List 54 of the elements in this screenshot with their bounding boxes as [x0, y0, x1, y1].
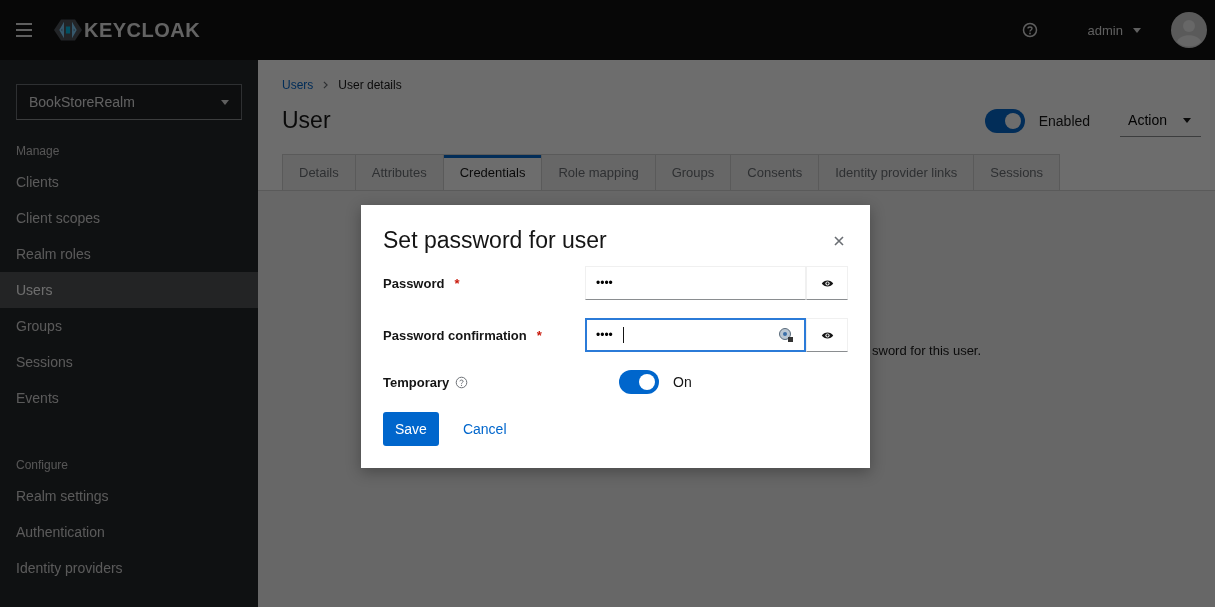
enabled-switch[interactable]: [984, 108, 1025, 133]
tab[interactable]: Groups: [654, 154, 732, 190]
chevron-right-icon: [323, 81, 329, 89]
logo-text: KEYCLOAK: [84, 18, 201, 42]
help-icon[interactable]: [455, 375, 469, 389]
temporary-switch[interactable]: [619, 370, 659, 394]
sidebar-item[interactable]: Events: [0, 380, 258, 416]
show-password-button[interactable]: [806, 266, 848, 300]
close-icon[interactable]: [834, 235, 844, 246]
realm-selector[interactable]: BookStoreRealm: [16, 84, 242, 120]
sidebar-item[interactable]: Realm settings: [0, 478, 258, 514]
tab[interactable]: Details: [282, 154, 356, 190]
key-icon[interactable]: [778, 327, 794, 343]
text-cursor: [623, 327, 624, 343]
tab[interactable]: Sessions: [973, 154, 1061, 190]
tab[interactable]: Role mapping: [541, 154, 656, 190]
save-button[interactable]: Save: [383, 412, 439, 446]
empty-state-text: sword for this user.: [872, 343, 983, 358]
sidebar-item[interactable]: Users: [0, 272, 258, 308]
sidebar-item[interactable]: Sessions: [0, 344, 258, 380]
logo-icon: [54, 19, 82, 41]
field-label: Temporary: [383, 374, 450, 390]
password-field[interactable]: ••••: [585, 318, 806, 352]
sidebar-item[interactable]: Client scopes: [0, 200, 258, 236]
tab[interactable]: Consents: [730, 154, 820, 190]
eye-icon: [820, 330, 834, 340]
tab[interactable]: Attributes: [354, 154, 444, 190]
tab[interactable]: Identity provider links: [818, 154, 975, 190]
menu-icon[interactable]: [16, 23, 32, 37]
cancel-button[interactable]: Cancel: [450, 412, 519, 446]
sidebar-item[interactable]: Identity providers: [0, 550, 258, 586]
password-field[interactable]: ••••: [585, 266, 806, 300]
breadcrumb-link[interactable]: Users: [282, 78, 314, 92]
dialog-title: Set password for user: [383, 227, 607, 254]
page-title: User: [282, 107, 331, 134]
sidebar-item[interactable]: Authentication: [0, 514, 258, 550]
switch-label: Enabled: [1038, 112, 1091, 129]
eye-icon: [820, 278, 834, 288]
sidebar-item[interactable]: Realm roles: [0, 236, 258, 272]
switch-label: On: [673, 374, 692, 390]
show-password-button[interactable]: [806, 318, 848, 352]
field-label: Password *: [383, 275, 461, 291]
caret-icon: [221, 99, 229, 105]
caret-icon: [1183, 117, 1191, 123]
action-dropdown[interactable]: Action: [1120, 104, 1201, 137]
nav-section-heading: Configure: [15, 457, 70, 474]
avatar-icon[interactable]: [1171, 12, 1207, 48]
field-label: Password confirmation *: [383, 327, 543, 343]
caret-icon: [1133, 27, 1141, 33]
sidebar-item[interactable]: Clients: [0, 164, 258, 200]
sidebar-item[interactable]: Groups: [0, 308, 258, 344]
nav-section-heading: Manage: [15, 143, 61, 160]
user-menu-button[interactable]: admin: [1081, 21, 1147, 39]
breadcrumb-current: User details: [338, 78, 402, 92]
